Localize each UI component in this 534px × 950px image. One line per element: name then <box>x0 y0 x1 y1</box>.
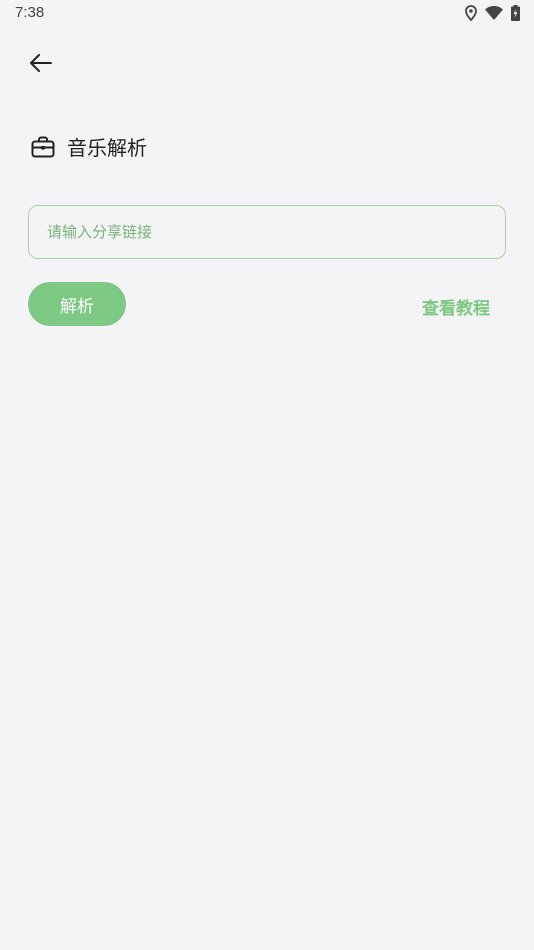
back-arrow-icon <box>30 54 52 72</box>
share-link-input[interactable] <box>28 205 506 259</box>
location-icon <box>465 5 477 21</box>
parse-button[interactable]: 解析 <box>28 282 126 326</box>
back-button[interactable] <box>24 46 58 80</box>
battery-icon <box>511 5 520 21</box>
title-row: 音乐解析 <box>31 132 147 161</box>
view-tutorial-link[interactable]: 查看教程 <box>422 294 490 319</box>
wifi-icon <box>485 6 503 20</box>
status-time: 7:38 <box>15 4 45 21</box>
status-bar: 7:38 <box>0 0 534 28</box>
status-icons <box>465 5 520 21</box>
briefcase-icon <box>31 136 55 157</box>
page-title: 音乐解析 <box>67 136 147 160</box>
